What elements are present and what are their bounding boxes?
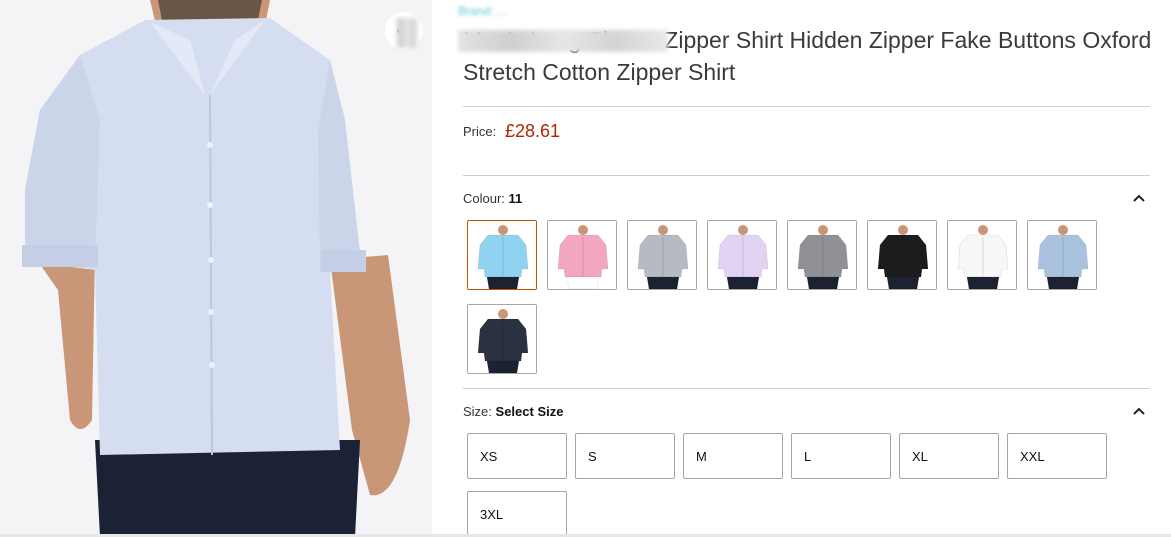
brand-link[interactable]: Brand: ... [458, 4, 507, 18]
size-option-3xl[interactable]: 3XL [467, 491, 567, 537]
colour-collapse-toggle[interactable] [1131, 190, 1147, 206]
colour-swatch-dusty-blue[interactable] [1027, 220, 1097, 290]
divider [463, 106, 1150, 107]
colour-swatch-pink[interactable] [547, 220, 617, 290]
product-main-image[interactable] [0, 0, 432, 537]
size-option-l[interactable]: L [791, 433, 891, 479]
colour-label: Colour: 11 [463, 191, 522, 206]
swatch-thumbnail [868, 221, 936, 289]
swatch-thumbnail [628, 221, 696, 289]
divider [463, 388, 1150, 389]
redacted-overlay [458, 30, 668, 52]
swatch-thumbnail [468, 305, 536, 373]
swatch-thumbnail [468, 221, 536, 289]
chevron-up-icon [1133, 402, 1145, 420]
size-collapse-toggle[interactable] [1131, 403, 1147, 419]
redacted-overlay [396, 18, 418, 48]
size-label-text: Size: [463, 404, 492, 419]
price-value: £28.61 [505, 121, 561, 141]
colour-swatch-white[interactable] [947, 220, 1017, 290]
colour-label-text: Colour: [463, 191, 505, 206]
divider [463, 175, 1150, 176]
size-selected-value: Select Size [495, 404, 564, 419]
size-option-xl[interactable]: XL [899, 433, 999, 479]
size-option-xs[interactable]: XS [467, 433, 567, 479]
colour-swatch-navy[interactable] [467, 304, 537, 374]
swatch-thumbnail [708, 221, 776, 289]
swatch-thumbnail [788, 221, 856, 289]
price-label: Price: [463, 124, 497, 139]
swatch-thumbnail [1028, 221, 1096, 289]
colour-swatch-light-grey[interactable] [627, 220, 697, 290]
colour-swatch-grey[interactable] [787, 220, 857, 290]
swatch-thumbnail [548, 221, 616, 289]
chevron-up-icon [1133, 189, 1145, 207]
model-wearing-shirt-illustration [0, 0, 432, 537]
size-option-xxl[interactable]: XXL [1007, 433, 1107, 479]
colour-selected-value: 11 [508, 191, 523, 206]
colour-swatch-sky-blue[interactable] [467, 220, 537, 290]
colour-swatch-black[interactable] [867, 220, 937, 290]
swatch-thumbnail [948, 221, 1016, 289]
size-option-s[interactable]: S [575, 433, 675, 479]
size-option-m[interactable]: M [683, 433, 783, 479]
size-label: Size: Select Size [463, 404, 563, 419]
colour-swatch-lavender[interactable] [707, 220, 777, 290]
